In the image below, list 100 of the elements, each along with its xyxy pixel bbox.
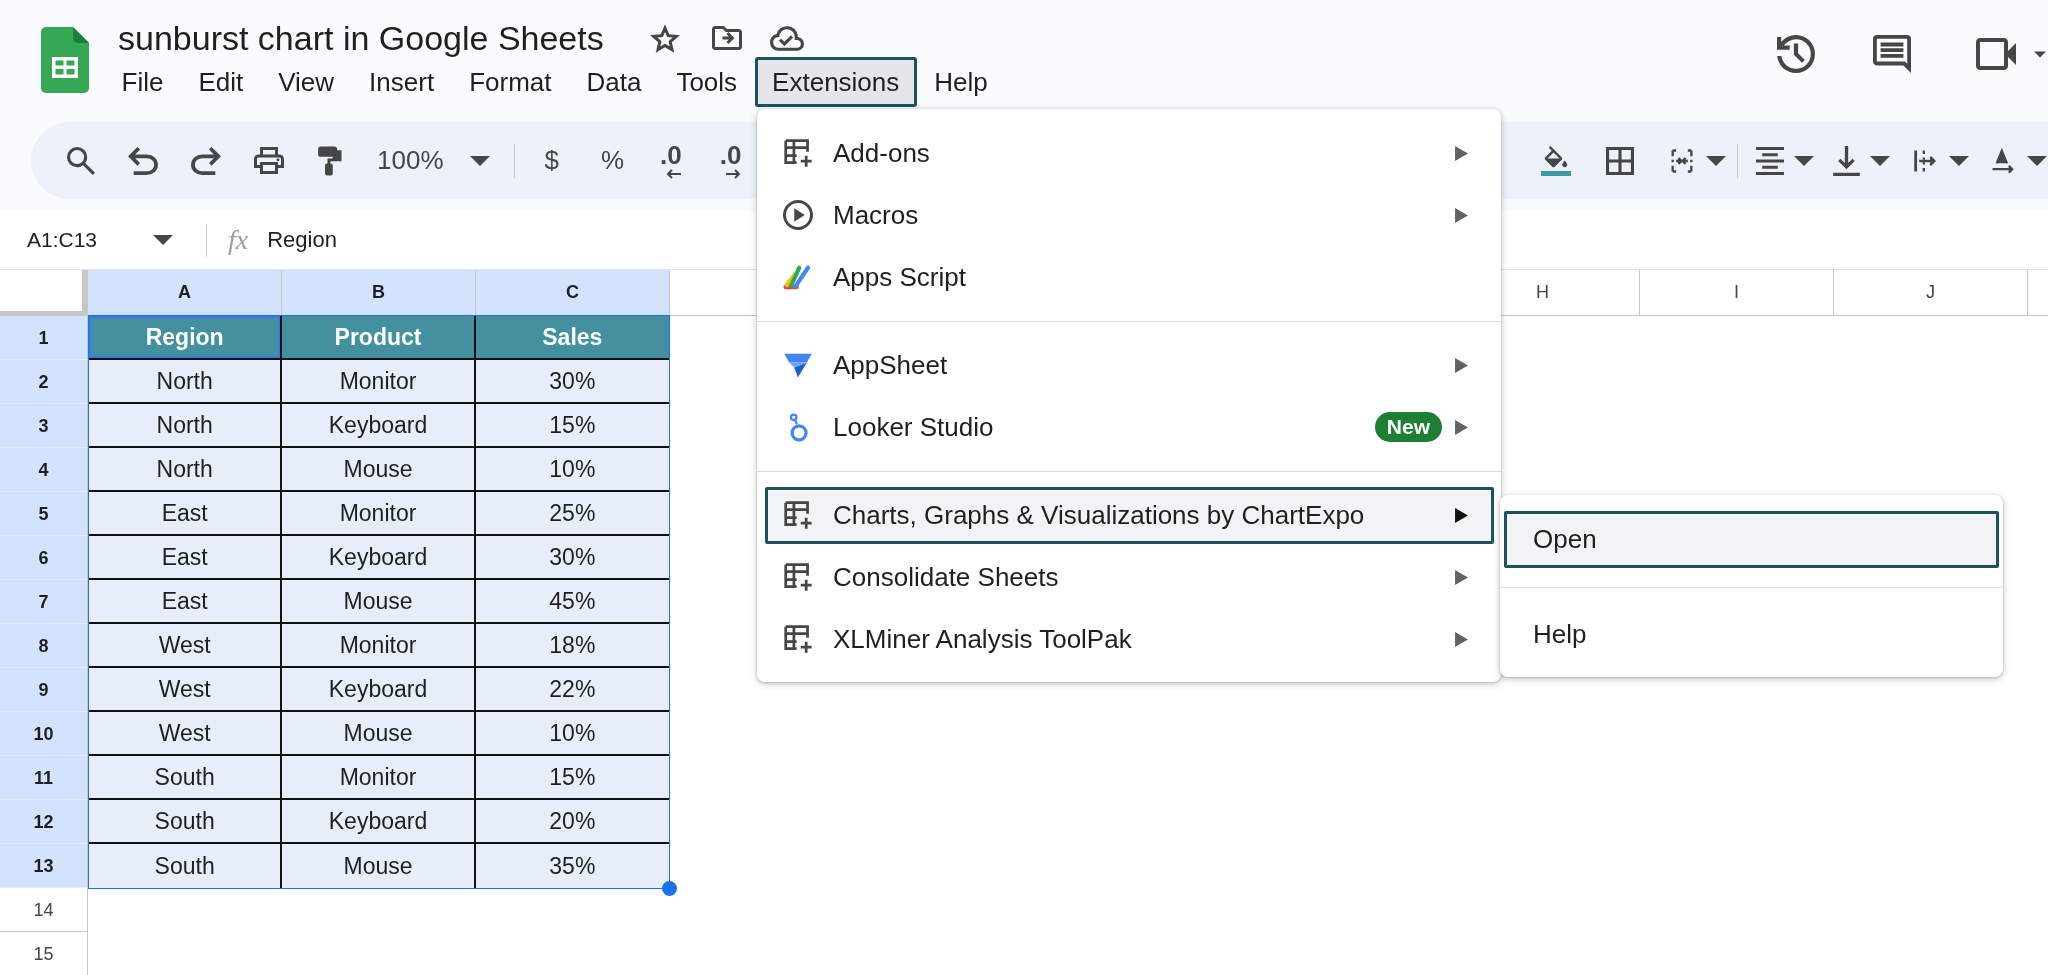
table-cell: 45% bbox=[475, 580, 669, 624]
table-cell: 18% bbox=[475, 624, 669, 668]
table-header-cell: Sales bbox=[475, 316, 669, 360]
table-cell: North bbox=[89, 448, 283, 492]
fill-handle[interactable] bbox=[662, 881, 677, 896]
menu-item[interactable]: Help bbox=[1504, 606, 1999, 663]
name-box[interactable]: A1:C13 bbox=[0, 220, 183, 260]
video-camera-icon[interactable] bbox=[1976, 38, 2016, 70]
table-cell: 15% bbox=[475, 756, 669, 800]
row-header[interactable]: 4 bbox=[0, 448, 88, 492]
decrease-decimal-button[interactable]: .0 bbox=[660, 142, 682, 179]
row-header[interactable]: 1 bbox=[0, 316, 88, 360]
menu-item[interactable]: Macros bbox=[765, 186, 1494, 244]
table-cell: Monitor bbox=[282, 492, 476, 536]
row-header[interactable]: 13 bbox=[0, 844, 88, 888]
menu-bar-item[interactable]: Insert bbox=[351, 57, 452, 107]
menu-bar-item[interactable]: View bbox=[260, 57, 352, 107]
table-cell: 30% bbox=[475, 536, 669, 580]
align-center-icon[interactable] bbox=[1756, 146, 1784, 175]
document-title[interactable]: sunburst chart in Google Sheets bbox=[104, 19, 604, 57]
currency-format-button[interactable]: $ bbox=[544, 145, 559, 176]
caret-icon[interactable] bbox=[2027, 155, 2047, 166]
row-header[interactable]: 8 bbox=[0, 624, 88, 668]
table-cell: Mouse bbox=[282, 448, 476, 492]
column-header[interactable]: J bbox=[1834, 270, 2028, 316]
menu-item[interactable]: Looker Studio New bbox=[765, 398, 1494, 456]
menu-bar-item[interactable]: Format bbox=[451, 57, 569, 107]
table-cell: 35% bbox=[475, 844, 669, 888]
table-plus-icon bbox=[783, 138, 813, 168]
row-header[interactable]: 14 bbox=[0, 888, 88, 932]
menu-item[interactable]: Open bbox=[1504, 511, 1999, 568]
print-icon[interactable] bbox=[254, 147, 284, 174]
menu-item[interactable]: Charts, Graphs & Visualizations by ChartExpo bbox=[765, 486, 1494, 544]
table-cell: 22% bbox=[475, 668, 669, 712]
menu-bar-item[interactable]: Data bbox=[569, 57, 659, 107]
menu-item[interactable]: AppSheet bbox=[765, 336, 1494, 394]
table-cell: Mouse bbox=[282, 844, 476, 888]
table-cell: East bbox=[89, 580, 283, 624]
table-cell: Monitor bbox=[282, 360, 476, 404]
row-header[interactable]: 7 bbox=[0, 580, 88, 624]
table-cell: Keyboard bbox=[282, 536, 476, 580]
star-icon[interactable] bbox=[649, 23, 680, 53]
table-cell: West bbox=[89, 712, 283, 756]
cloud-check-icon[interactable] bbox=[769, 25, 804, 51]
row-header[interactable]: 5 bbox=[0, 492, 88, 536]
function-label: fx bbox=[228, 224, 249, 256]
row-header[interactable]: 6 bbox=[0, 536, 88, 580]
menu-item[interactable]: XLMiner Analysis ToolPak bbox=[765, 610, 1494, 668]
zoom-dropdown[interactable]: 100% bbox=[377, 145, 490, 176]
column-header[interactable]: B bbox=[282, 270, 476, 316]
align-bottom-icon[interactable] bbox=[1833, 145, 1860, 176]
caret-icon[interactable] bbox=[1949, 155, 1969, 166]
table-plus-icon bbox=[783, 624, 813, 654]
caret-icon[interactable] bbox=[1870, 155, 1890, 166]
table-cell: Monitor bbox=[282, 624, 476, 668]
table-cell: Keyboard bbox=[282, 668, 476, 712]
arrow-right-icon bbox=[725, 168, 742, 179]
menu-bar-item[interactable]: Help bbox=[916, 57, 1006, 107]
spreadsheet-logo-icon[interactable] bbox=[41, 27, 89, 93]
new-badge: New bbox=[1374, 412, 1442, 442]
menu-bar-item[interactable]: Extensions bbox=[754, 57, 917, 107]
table-header-cell: Region bbox=[89, 316, 283, 360]
menu-bar-item[interactable]: File bbox=[104, 57, 181, 107]
paint-roller-icon[interactable] bbox=[317, 145, 342, 176]
row-header[interactable]: 12 bbox=[0, 800, 88, 844]
column-header[interactable]: H bbox=[1500, 270, 1640, 316]
row-header[interactable]: 3 bbox=[0, 404, 88, 448]
history-icon[interactable] bbox=[1777, 35, 1815, 73]
fill-bucket-icon[interactable] bbox=[1541, 145, 1571, 176]
comment-icon[interactable] bbox=[1873, 35, 1911, 73]
folder-arrow-icon[interactable] bbox=[711, 26, 742, 50]
undo-icon[interactable] bbox=[128, 146, 158, 175]
search-icon[interactable] bbox=[67, 146, 95, 175]
table-cell: South bbox=[89, 756, 283, 800]
formula-input[interactable]: Region bbox=[267, 220, 738, 260]
redo-icon[interactable] bbox=[191, 146, 221, 175]
row-header[interactable]: 10 bbox=[0, 712, 88, 756]
increase-decimal-button[interactable]: .0 bbox=[719, 142, 742, 179]
row-header[interactable]: 9 bbox=[0, 668, 88, 712]
column-header[interactable]: I bbox=[1640, 270, 1834, 316]
caret-icon[interactable] bbox=[1706, 155, 1726, 166]
table-cell: South bbox=[89, 844, 283, 888]
column-header[interactable]: C bbox=[476, 270, 670, 316]
caret-icon[interactable] bbox=[1794, 155, 1814, 166]
table-cell: 10% bbox=[475, 448, 669, 492]
menu-bar-item[interactable]: Edit bbox=[180, 57, 261, 107]
borders-icon[interactable] bbox=[1606, 146, 1634, 175]
menu-item[interactable]: Apps Script bbox=[765, 248, 1494, 306]
menu-bar-item[interactable]: Tools bbox=[658, 57, 755, 107]
table-cell: West bbox=[89, 668, 283, 712]
table-cell: East bbox=[89, 536, 283, 580]
menu-item[interactable]: Add-ons bbox=[765, 124, 1494, 182]
row-header[interactable]: 2 bbox=[0, 360, 88, 404]
caret-icon[interactable] bbox=[2034, 50, 2046, 58]
column-header[interactable]: A bbox=[88, 270, 282, 316]
caret-icon bbox=[469, 155, 490, 166]
percent-format-button[interactable]: % bbox=[600, 145, 625, 176]
table-cell: 25% bbox=[475, 492, 669, 536]
menu-item[interactable]: Consolidate Sheets bbox=[765, 548, 1494, 606]
row-header[interactable]: 11 bbox=[0, 756, 88, 800]
